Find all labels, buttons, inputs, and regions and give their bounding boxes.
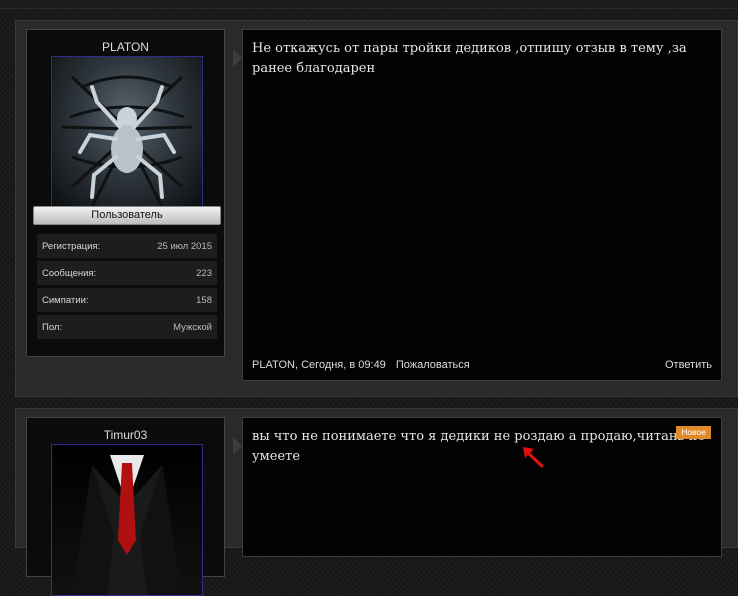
username-link[interactable]: PLATON	[27, 40, 224, 54]
stat-gender: Пол: Мужской	[37, 315, 217, 339]
username-link[interactable]: Timur03	[27, 428, 224, 442]
report-link[interactable]: Пожаловаться	[396, 359, 470, 371]
stat-label: Регистрация:	[42, 240, 101, 252]
spider-emblem-icon	[61, 75, 193, 207]
stat-registration: Регистрация: 25 июл 2015	[37, 234, 217, 258]
message-footer: PLATON, Сегодня, в 09:49 Пожаловаться От…	[252, 359, 712, 371]
stat-value: 25 июл 2015	[157, 240, 212, 252]
spider-avatar-icon[interactable]	[51, 56, 203, 208]
stat-likes: Симпатии: 158	[37, 288, 217, 312]
author-time-link[interactable]: PLATON, Сегодня, в 09:49	[252, 359, 386, 371]
message-pointer	[233, 437, 242, 455]
user-role-badge: Пользователь	[33, 206, 221, 225]
post: PLATON Пользователь Регистрация: 25 июл …	[15, 20, 738, 397]
top-strip	[0, 0, 738, 9]
stat-value: 158	[196, 294, 212, 306]
new-badge: Новое	[676, 426, 711, 439]
message-box: Не откажусь от пары тройки дедиков ,отпи…	[242, 29, 722, 381]
post: Timur03 вы что не понимаете что я дедики…	[15, 408, 738, 596]
annotation-arrow-icon	[523, 447, 544, 468]
stat-value[interactable]: 223	[196, 268, 212, 279]
reply-link[interactable]: Ответить	[665, 359, 712, 371]
stat-label: Симпатии:	[42, 294, 89, 306]
message-text: Не откажусь от пары тройки дедиков ,отпи…	[252, 41, 687, 76]
message-pointer	[233, 49, 242, 67]
user-info-panel: Timur03	[26, 417, 225, 596]
stat-label: Сообщения:	[42, 267, 97, 279]
stat-messages: Сообщения: 223	[37, 261, 217, 285]
stat-value: Мужской	[173, 321, 212, 333]
message-box: вы что не понимаете что я дедики не розд…	[242, 417, 722, 557]
stat-label: Пол:	[42, 321, 63, 333]
suit-figure-icon	[72, 455, 182, 595]
user-stats: Регистрация: 25 июл 2015 Сообщения: 223 …	[37, 234, 217, 342]
user-info-panel: PLATON Пользователь Регистрация: 25 июл …	[26, 29, 225, 357]
suit-avatar-icon[interactable]	[51, 444, 203, 596]
message-text: вы что не понимаете что я дедики не розд…	[252, 429, 706, 464]
